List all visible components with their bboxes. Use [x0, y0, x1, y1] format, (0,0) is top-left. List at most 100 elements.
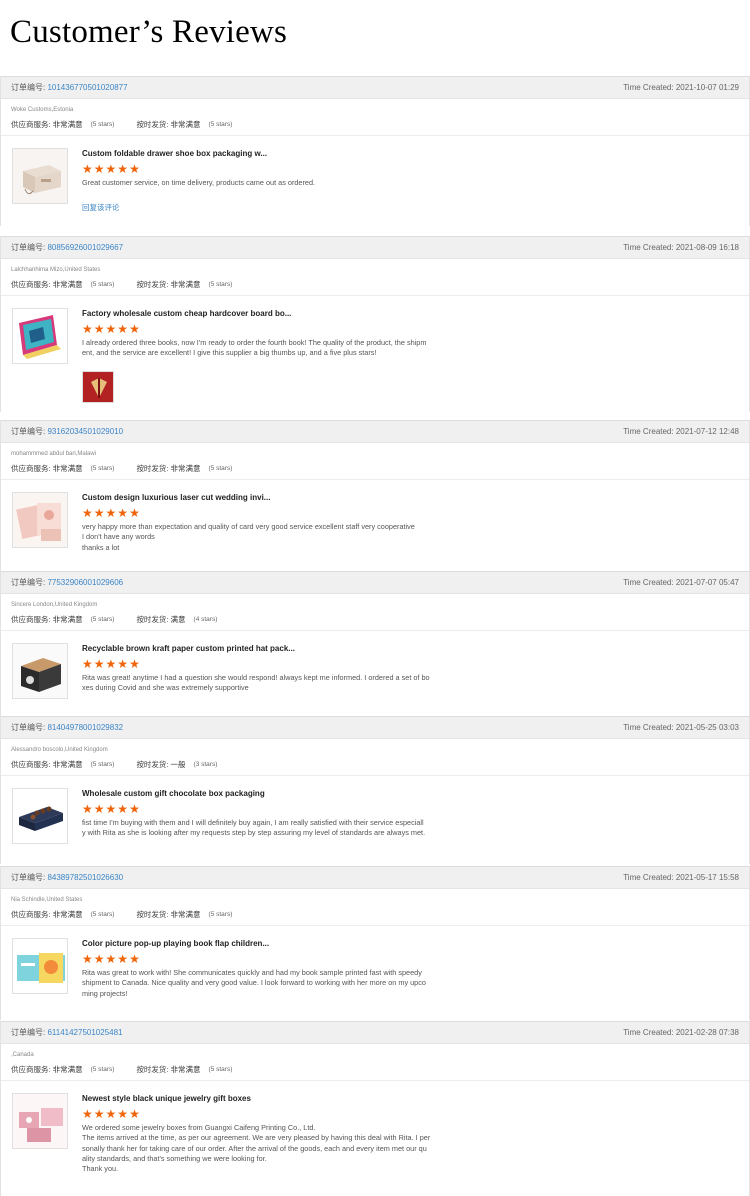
buyer-name: Woke Customs,Estonia	[11, 107, 74, 113]
order-number-link[interactable]: 77532906001029606	[47, 578, 123, 587]
reply-link[interactable]: 回复该评论	[82, 202, 120, 213]
ratings-row: 供应商服务: 非常满意 (5 stars) 按时发货: 非常满意 (5 star…	[11, 279, 739, 290]
star-icon: ★	[105, 1107, 117, 1121]
supplier-service-value: 非常满意	[52, 1065, 83, 1074]
delivery-rating: 按时发货: 满意 (4 stars)	[136, 614, 217, 625]
review-comment: fist time I'm buying with them and I wil…	[82, 818, 426, 838]
chocolate-box-icon[interactable]	[12, 788, 68, 844]
page-title: Customer’s Reviews	[10, 14, 288, 50]
delivery-rating: 按时发货: 非常满意 (5 stars)	[136, 119, 232, 130]
star-icon: ★	[93, 506, 105, 520]
jewelry-box-icon[interactable]	[12, 1093, 68, 1149]
supplier-service-rating: 供应商服务: 非常满意 (5 stars)	[11, 119, 114, 130]
time-created: Time Created: 2021-05-25 03:03	[623, 723, 739, 732]
star-icon: ★	[93, 1107, 105, 1121]
product-title[interactable]: Custom foldable drawer shoe box packagin…	[82, 148, 739, 160]
buyer-info: Alessandro boscolo,United Kingdom 供应商服务:…	[1, 739, 749, 776]
star-icon: ★	[129, 952, 140, 966]
supplier-service-value: 非常满意	[52, 464, 83, 473]
star-icon: ★	[93, 952, 105, 966]
star-icon: ★	[129, 162, 140, 176]
wedding-invitation-icon[interactable]	[12, 492, 68, 548]
supplier-service-value: 非常满意	[52, 760, 83, 769]
rating-stars: ★ ★ ★ ★ ★	[82, 1108, 739, 1120]
review-comment: We ordered some jewelry boxes from Guang…	[82, 1123, 431, 1174]
review-card: 订单编号: 81404978001029832 Time Created: 20…	[0, 716, 750, 864]
supplier-service-label: 供应商服务:	[11, 120, 51, 129]
buyer-info: Woke Customs,Estonia 供应商服务: 非常满意 (5 star…	[1, 99, 749, 136]
product-title[interactable]: Color picture pop-up playing book flap c…	[82, 938, 739, 950]
delivery-label: 按时发货:	[136, 760, 169, 769]
delivery-value: 非常满意	[170, 1065, 201, 1074]
review-header: 订单编号: 80856926001029667 Time Created: 20…	[1, 236, 749, 259]
delivery-label: 按时发货:	[136, 464, 169, 473]
star-icon: ★	[117, 506, 129, 520]
order-number-link[interactable]: 80856926001029667	[47, 243, 123, 252]
review-content: Factory wholesale custom cheap hardcover…	[82, 306, 739, 403]
order-label: 订单编号:	[11, 1028, 48, 1037]
order-label: 订单编号:	[11, 578, 48, 587]
review-card: 订单编号: 80856926001029667 Time Created: 20…	[0, 236, 750, 412]
star-icon: ★	[129, 1107, 140, 1121]
time-label: Time Created:	[623, 873, 676, 882]
delivery-value: 非常满意	[170, 120, 201, 129]
time-label: Time Created:	[623, 723, 676, 732]
time-value: 2021-08-09 16:18	[675, 243, 739, 252]
ratings-row: 供应商服务: 非常满意 (5 stars) 按时发货: 非常满意 (5 star…	[11, 1064, 739, 1075]
rating-stars: ★ ★ ★ ★ ★	[82, 163, 739, 175]
order-number-link[interactable]: 81404978001029832	[47, 723, 123, 732]
product-title[interactable]: Wholesale custom gift chocolate box pack…	[82, 788, 739, 800]
star-icon: ★	[129, 802, 140, 816]
time-created: Time Created: 2021-05-17 15:58	[623, 873, 739, 882]
review-card: 订单编号: 84389782501026630 Time Created: 20…	[0, 866, 750, 1020]
time-label: Time Created:	[623, 243, 676, 252]
drawer-box-icon[interactable]	[12, 148, 68, 204]
supplier-service-stars: (5 stars)	[90, 465, 115, 472]
time-value: 2021-05-17 15:58	[675, 873, 739, 882]
delivery-rating: 按时发货: 非常满意 (5 stars)	[136, 463, 232, 474]
popup-book-icon[interactable]	[12, 938, 68, 994]
review-header: 订单编号: 61141427501025481 Time Created: 20…	[1, 1021, 749, 1044]
rating-stars: ★ ★ ★ ★ ★	[82, 507, 739, 519]
star-icon: ★	[105, 952, 117, 966]
product-title[interactable]: Custom design luxurious laser cut weddin…	[82, 492, 739, 504]
delivery-stars: (4 stars)	[193, 616, 218, 623]
review-comment: Rita was great! anytime I had a question…	[82, 673, 430, 693]
time-created: Time Created: 2021-07-12 12:48	[623, 427, 739, 436]
rating-stars: ★ ★ ★ ★ ★	[82, 953, 739, 965]
book-photo-icon[interactable]	[82, 370, 114, 403]
supplier-service-label: 供应商服务:	[11, 280, 51, 289]
order-number-link[interactable]: 84389782501026630	[47, 873, 123, 882]
product-title[interactable]: Factory wholesale custom cheap hardcover…	[82, 308, 739, 320]
star-icon: ★	[82, 657, 93, 671]
delivery-label: 按时发货:	[136, 615, 169, 624]
review-content: Recyclable brown kraft paper custom prin…	[82, 641, 739, 694]
supplier-service-rating: 供应商服务: 非常满意 (5 stars)	[11, 614, 114, 625]
review-comment: Rita was great to work with! She communi…	[82, 968, 426, 998]
product-title[interactable]: Recyclable brown kraft paper custom prin…	[82, 643, 739, 655]
time-label: Time Created:	[623, 1028, 676, 1037]
time-value: 2021-02-28 07:38	[675, 1028, 739, 1037]
rating-stars: ★ ★ ★ ★ ★	[82, 658, 739, 670]
order-number-link[interactable]: 93162034501029010	[47, 427, 123, 436]
ratings-row: 供应商服务: 非常满意 (5 stars) 按时发货: 满意 (4 stars)	[11, 614, 739, 625]
order-number-link[interactable]: 61141427501025481	[47, 1028, 122, 1037]
review-content: Newest style black unique jewelry gift b…	[82, 1091, 739, 1174]
supplier-service-stars: (5 stars)	[90, 911, 115, 918]
order-number-link[interactable]: 101436770501020877	[47, 83, 127, 92]
rating-stars: ★ ★ ★ ★ ★	[82, 323, 739, 335]
delivery-stars: (5 stars)	[208, 121, 233, 128]
order-label: 订单编号:	[11, 83, 48, 92]
star-icon: ★	[105, 802, 117, 816]
delivery-label: 按时发货:	[136, 910, 169, 919]
supplier-service-rating: 供应商服务: 非常满意 (5 stars)	[11, 909, 114, 920]
kraft-box-icon[interactable]	[12, 643, 68, 699]
board-book-icon[interactable]	[12, 308, 68, 364]
product-title[interactable]: Newest style black unique jewelry gift b…	[82, 1093, 739, 1105]
delivery-stars: (5 stars)	[208, 465, 233, 472]
ratings-row: 供应商服务: 非常满意 (5 stars) 按时发货: 一般 (3 stars)	[11, 759, 739, 770]
supplier-service-value: 非常满意	[52, 615, 83, 624]
review-product: Custom foldable drawer shoe box packagin…	[1, 136, 749, 215]
buyer-name: Alessandro boscolo,United Kingdom	[11, 747, 108, 753]
time-label: Time Created:	[623, 83, 676, 92]
